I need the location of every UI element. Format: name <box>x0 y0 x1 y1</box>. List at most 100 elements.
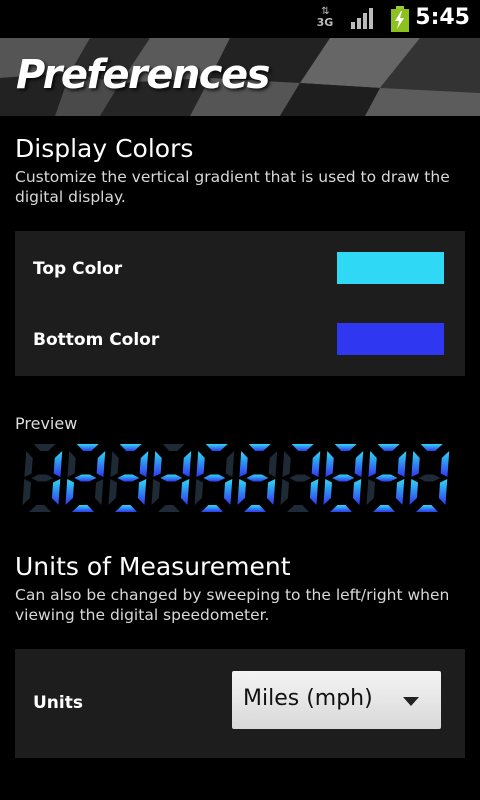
segment-a-on <box>420 444 443 451</box>
status-time: 5:45 <box>415 5 470 30</box>
segment-b-on <box>397 451 407 477</box>
units-description: Can also be changed by sweeping to the l… <box>15 586 450 624</box>
segment-b-off <box>225 451 235 477</box>
network-3g-icon: ⇅ 3G <box>316 6 334 29</box>
segment-g-off <box>418 474 441 482</box>
segment-f-on <box>325 451 334 477</box>
color-settings-panel: Top Color Bottom Color <box>15 231 465 376</box>
header-banner: Preferences <box>0 38 480 116</box>
segment-f-on <box>239 451 248 477</box>
chevron-down-icon <box>403 697 419 706</box>
signal-icon <box>351 8 373 29</box>
segment-e-on <box>409 479 419 505</box>
segment-d-on <box>71 505 94 512</box>
segment-c-on <box>266 479 276 505</box>
segment-b-on <box>440 451 450 477</box>
digital-display-preview <box>22 444 450 512</box>
segment-c-off <box>94 479 104 505</box>
segment-c-on <box>223 479 233 505</box>
segment-c-on <box>352 479 362 505</box>
segment-d-on <box>372 505 395 512</box>
segment-d-on <box>415 505 438 512</box>
segment-b-on <box>139 451 149 477</box>
top-color-label: Top Color <box>33 259 123 279</box>
preview-digit-2 <box>65 444 106 512</box>
segment-e-on <box>237 479 247 505</box>
segment-a-on <box>291 444 314 451</box>
segment-d-off <box>286 505 309 512</box>
bottom-color-label: Bottom Color <box>33 330 160 350</box>
segment-a-on <box>205 444 228 451</box>
units-label: Units <box>33 693 83 713</box>
segment-a-on <box>377 444 400 451</box>
segment-c-on <box>137 479 147 505</box>
segment-e-on <box>323 479 333 505</box>
segment-c-on <box>309 479 319 505</box>
preview-digit-1 <box>22 444 63 512</box>
segment-e-off <box>108 479 118 505</box>
preview-digit-8 <box>323 444 364 512</box>
segment-a-off <box>33 444 56 451</box>
segment-c-on <box>438 479 448 505</box>
segment-g-on <box>74 474 97 482</box>
segment-g-off <box>31 474 54 482</box>
segment-f-off <box>110 451 119 477</box>
status-bar: ⇅ 3G 5:45 <box>0 0 480 38</box>
segment-b-off <box>268 451 278 477</box>
segment-d-off <box>28 505 51 512</box>
segment-e-off <box>151 479 161 505</box>
segment-f-on <box>368 451 377 477</box>
preview-digit-6 <box>237 444 278 512</box>
segment-b-on <box>354 451 364 477</box>
segment-f-on <box>411 451 420 477</box>
segment-d-on <box>243 505 266 512</box>
units-panel: Units Miles (mph) <box>15 649 465 758</box>
segment-e-off <box>194 479 204 505</box>
segment-d-on <box>114 505 137 512</box>
segment-a-on <box>248 444 271 451</box>
segment-a-on <box>76 444 99 451</box>
preview-digit-3 <box>108 444 149 512</box>
units-selected-value: Miles (mph) <box>243 686 373 711</box>
segment-g-on <box>160 474 183 482</box>
segment-g-on <box>203 474 226 482</box>
segment-d-on <box>329 505 352 512</box>
segment-d-on <box>200 505 223 512</box>
segment-d-off <box>157 505 180 512</box>
segment-f-off <box>67 451 76 477</box>
segment-b-on <box>311 451 321 477</box>
battery-charging-icon <box>391 6 409 32</box>
preview-digit-9 <box>366 444 407 512</box>
segment-b-on <box>182 451 192 477</box>
segment-g-on <box>332 474 355 482</box>
segment-e-off <box>366 479 376 505</box>
segment-a-off <box>162 444 185 451</box>
segment-g-off <box>289 474 312 482</box>
segment-f-on <box>196 451 205 477</box>
segment-g-on <box>375 474 398 482</box>
preview-digit-5 <box>194 444 235 512</box>
segment-a-on <box>119 444 142 451</box>
segment-f-off <box>282 451 291 477</box>
top-color-swatch[interactable] <box>337 252 444 284</box>
segment-e-off <box>280 479 290 505</box>
display-colors-description: Customize the vertical gradient that is … <box>15 168 450 206</box>
segment-c-on <box>395 479 405 505</box>
segment-c-on <box>180 479 190 505</box>
preview-digit-0 <box>409 444 450 512</box>
segment-e-off <box>22 479 32 505</box>
segment-f-off <box>24 451 33 477</box>
segment-b-on <box>53 451 63 477</box>
segment-g-on <box>117 474 140 482</box>
preview-digit-7 <box>280 444 321 512</box>
units-dropdown[interactable]: Miles (mph) <box>232 671 441 729</box>
segment-e-on <box>65 479 75 505</box>
preview-digit-4 <box>151 444 192 512</box>
segment-c-on <box>51 479 61 505</box>
bottom-color-swatch[interactable] <box>337 323 444 355</box>
units-title: Units of Measurement <box>15 552 291 581</box>
segment-f-on <box>153 451 162 477</box>
segment-b-on <box>96 451 106 477</box>
segment-g-on <box>246 474 269 482</box>
segment-a-on <box>334 444 357 451</box>
